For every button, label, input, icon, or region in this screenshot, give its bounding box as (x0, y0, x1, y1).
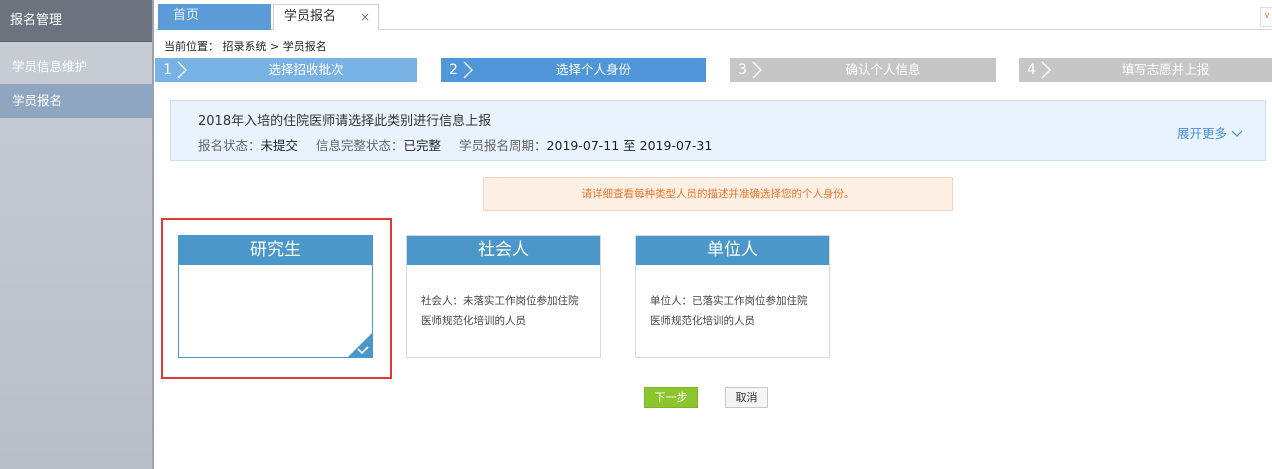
card-desc-line: 单位人：已落实工作岗位参加住院 (650, 295, 808, 307)
period-value: 2019-07-11 至 2019-07-31 (546, 138, 713, 153)
batch-status-line: 报名状态：未提交 信息完整状态：已完整 学员报名周期：2019-07-11 至 … (198, 135, 726, 154)
card-title: 研究生 (179, 236, 372, 265)
notice-banner: 请详细查看每种类型人员的描述并准确选择您的个人身份。 (483, 177, 953, 211)
step-number: 4 (1027, 62, 1036, 78)
card-title: 单位人 (636, 236, 829, 265)
step-number: 3 (738, 62, 747, 78)
step-label: 确认个人信息 (845, 62, 921, 77)
step-number: 1 (163, 62, 172, 78)
step-4[interactable]: 4 填写志愿并上报 (1019, 58, 1272, 82)
app-root: 报名管理 学员信息维护 学员报名 首页 学员报名 × ∨ 当前位置： 招录系统 … (0, 0, 1272, 469)
step-label: 选择招收批次 (268, 62, 344, 77)
identity-card-social[interactable]: 社会人 社会人：未落实工作岗位参加住院 医师规范化培训的人员 (406, 235, 601, 358)
identity-card-graduate[interactable]: 研究生 (178, 235, 373, 358)
status-label: 报名状态： (198, 138, 261, 153)
card-description (179, 265, 372, 291)
expand-more-link[interactable]: 展开更多 (1177, 123, 1243, 142)
chevron-right-icon (1041, 61, 1051, 79)
chevron-down-icon (1231, 130, 1243, 137)
card-desc-line: 医师规范化培训的人员 (421, 315, 526, 327)
close-icon[interactable]: × (360, 5, 370, 29)
expand-more-label: 展开更多 (1177, 126, 1228, 141)
batch-title: 2018年入培的住院医师请选择此类别进行信息上报 (198, 114, 492, 129)
period-label: 学员报名周期： (459, 138, 547, 153)
step-3[interactable]: 3 确认个人信息 (730, 58, 996, 82)
chevron-right-icon (752, 61, 762, 79)
tab-label: 学员报名 (284, 9, 337, 24)
identity-card-employer[interactable]: 单位人 单位人：已落实工作岗位参加住院 医师规范化培训的人员 (635, 235, 830, 358)
tab-student-registration[interactable]: 学员报名 × (273, 4, 379, 30)
chevron-right-icon (463, 61, 473, 79)
chevron-down-icon[interactable]: ∨ (1260, 7, 1272, 27)
checkmark-icon (357, 346, 369, 355)
status-value: 未提交 (260, 138, 299, 153)
step-1[interactable]: 1 选择招收批次 (155, 58, 417, 82)
sidebar: 报名管理 学员信息维护 学员报名 (0, 0, 152, 469)
sidebar-item-student-registration[interactable]: 学员报名 (0, 84, 152, 118)
next-step-button[interactable]: 下一步 (644, 387, 698, 408)
tab-home[interactable]: 首页 (158, 4, 271, 30)
sidebar-divider (152, 0, 154, 469)
step-number: 2 (449, 62, 458, 78)
tab-bar: 首页 学员报名 × ∨ (155, 4, 1272, 30)
step-label: 选择个人身份 (555, 62, 631, 77)
completeness-label: 信息完整状态： (316, 138, 404, 153)
chevron-right-icon (177, 61, 187, 79)
card-desc-line: 社会人：未落实工作岗位参加住院 (421, 295, 579, 307)
step-label: 填写志愿并上报 (1121, 62, 1210, 77)
card-description: 单位人：已落实工作岗位参加住院 医师规范化培训的人员 (636, 265, 829, 331)
breadcrumb: 当前位置： 招录系统 > 学员报名 (164, 40, 327, 53)
batch-info-panel: 2018年入培的住院医师请选择此类别进行信息上报 报名状态：未提交 信息完整状态… (170, 100, 1266, 161)
step-2[interactable]: 2 选择个人身份 (441, 58, 706, 82)
cancel-button[interactable]: 取消 (725, 387, 768, 408)
sidebar-item-student-info[interactable]: 学员信息维护 (0, 50, 152, 84)
completeness-value: 已完整 (403, 138, 442, 153)
card-desc-line: 医师规范化培训的人员 (650, 315, 755, 327)
card-title: 社会人 (407, 236, 600, 265)
card-description: 社会人：未落实工作岗位参加住院 医师规范化培训的人员 (407, 265, 600, 331)
sidebar-header: 报名管理 (0, 0, 152, 42)
